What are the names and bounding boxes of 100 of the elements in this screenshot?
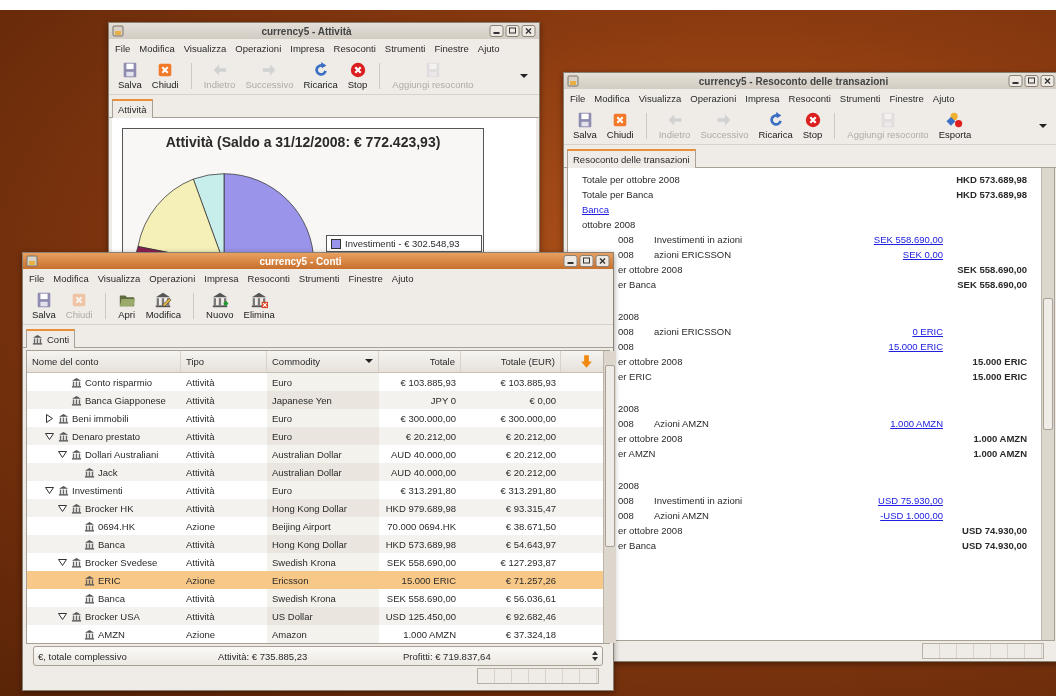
- summary-currency: €, totale complessivo: [38, 650, 128, 662]
- amount-link[interactable]: 1.000 AMZN: [890, 418, 943, 429]
- tab[interactable]: Conti: [26, 329, 76, 348]
- account-row[interactable]: ERIC Azione Ericsson 15.000 ERIC € 71.257,26: [27, 571, 603, 589]
- spinner-arrows-icon[interactable]: [592, 650, 598, 662]
- toolbar-button[interactable]: Ricarica: [754, 110, 797, 141]
- account-name-cell: AMZN: [98, 628, 125, 640]
- amount-link[interactable]: USD 75.930,00: [878, 495, 943, 506]
- minimize-button[interactable]: [563, 255, 578, 267]
- expander-icon[interactable]: [45, 485, 54, 495]
- menu-item[interactable]: Resoconti: [247, 273, 290, 284]
- date-text: 008: [618, 341, 634, 352]
- menu-item[interactable]: Modifica: [53, 273, 89, 284]
- amount-link[interactable]: SEK 0,00: [902, 249, 943, 260]
- menu-item[interactable]: Operazioni: [690, 93, 737, 104]
- maximize-button[interactable]: [505, 25, 520, 37]
- app-icon: [112, 25, 124, 37]
- total-cell: € 313.291,80: [400, 484, 456, 496]
- toolbar-button[interactable]: Modifica: [141, 290, 186, 321]
- menu-item[interactable]: Ajuto: [391, 273, 414, 284]
- expander-icon[interactable]: [58, 503, 67, 513]
- menu-item[interactable]: Strumenti: [298, 273, 340, 284]
- tab[interactable]: Resoconto delle transazioni: [567, 149, 696, 168]
- column-header[interactable]: Tipo: [181, 351, 267, 372]
- menu-item[interactable]: Operazioni: [149, 273, 196, 284]
- column-header[interactable]: Nome del conto: [27, 351, 181, 372]
- menu-item[interactable]: Finestre: [348, 273, 383, 284]
- menu-item[interactable]: Impresa: [290, 43, 325, 54]
- menu-item[interactable]: Visualizza: [183, 43, 227, 54]
- overflow-arrow-icon[interactable]: [1039, 122, 1047, 129]
- legend-label: Investimenti - € 302.548,93: [345, 238, 460, 249]
- toolbar-button[interactable]: Chiudi: [602, 110, 638, 141]
- menu-item[interactable]: Resoconti: [333, 43, 376, 54]
- menu-item[interactable]: Visualizza: [638, 93, 682, 104]
- menu-item[interactable]: Strumenti: [384, 43, 426, 54]
- account-row[interactable]: Banca Giapponese Attività Japanese Yen JPY 0 € 0,00: [27, 391, 603, 409]
- commodity-cell: Australian Dollar: [272, 466, 342, 478]
- commodity-cell: US Dollar: [272, 610, 313, 622]
- tab[interactable]: Attività: [112, 99, 153, 118]
- account-link[interactable]: Banca: [582, 204, 609, 215]
- maximize-button[interactable]: [579, 255, 594, 267]
- account-row[interactable]: Jack Attività Australian Dollar AUD 40.000,00 € 20.212,00: [27, 463, 603, 481]
- menu-item[interactable]: Ajuto: [477, 43, 500, 54]
- toolbar-button[interactable]: Salva: [28, 290, 60, 321]
- menu-item[interactable]: Ajuto: [932, 93, 955, 104]
- overflow-arrow-icon[interactable]: [520, 72, 528, 79]
- toolbar-button[interactable]: Apri: [113, 290, 140, 321]
- menu-item[interactable]: Modifica: [594, 93, 630, 104]
- expander-icon[interactable]: [58, 557, 67, 567]
- maximize-button[interactable]: [1024, 75, 1039, 87]
- minimize-button[interactable]: [489, 25, 504, 37]
- toolbar-button[interactable]: Esporta: [934, 110, 976, 141]
- account-name-cell: Dollari Australiani: [85, 448, 159, 460]
- period-heading: 2008: [618, 480, 641, 491]
- menu-item[interactable]: Impresa: [204, 273, 239, 284]
- menu-item[interactable]: Operazioni: [235, 43, 282, 54]
- expander-icon[interactable]: [45, 431, 54, 441]
- amount-link[interactable]: SEK 558.690,00: [873, 234, 943, 245]
- column-header[interactable]: Totale (EUR): [461, 351, 561, 372]
- menu-item[interactable]: Modifica: [139, 43, 175, 54]
- close-button[interactable]: [595, 255, 610, 267]
- account-row[interactable]: Banca Attività Hong Kong Dollar HKD 573.689,98 € 54.643,97: [27, 535, 603, 553]
- column-header[interactable]: Totale: [379, 351, 461, 372]
- scrollbar[interactable]: [603, 351, 616, 643]
- toolbar-button[interactable]: Chiudi: [147, 60, 183, 91]
- toolbar-button[interactable]: Stop: [343, 60, 372, 91]
- account-row[interactable]: Brocker HK Attività Hong Kong Dollar HKD 979.689,98 € 93.315,47: [27, 499, 603, 517]
- amount-link[interactable]: 0 ERIC: [912, 326, 943, 337]
- menu-item[interactable]: Resoconti: [788, 93, 831, 104]
- close-button[interactable]: [1040, 75, 1055, 87]
- menu-item[interactable]: Finestre: [434, 43, 469, 54]
- expander-icon[interactable]: [45, 413, 54, 423]
- menu-item[interactable]: File: [570, 93, 586, 104]
- close-button[interactable]: [521, 25, 536, 37]
- date-text: 008: [618, 510, 634, 521]
- toolbar-button[interactable]: Ricarica: [299, 60, 342, 91]
- total-label: er ottobre 2008: [618, 356, 684, 367]
- toolbar-button[interactable]: Salva: [114, 60, 146, 91]
- amount-link[interactable]: 15.000 ERIC: [888, 341, 943, 352]
- menu-item[interactable]: Finestre: [889, 93, 924, 104]
- scrollbar[interactable]: [1041, 168, 1054, 640]
- amount-link[interactable]: -USD 1.000,00: [880, 510, 943, 521]
- toolbar-button[interactable]: Elimina: [239, 290, 279, 321]
- toolbar-button[interactable]: Nuovo: [202, 290, 238, 321]
- menu-item[interactable]: File: [29, 273, 45, 284]
- toolbar-button[interactable]: Salva: [569, 110, 601, 141]
- toolbar-button[interactable]: Stop: [798, 110, 827, 141]
- menu-item[interactable]: Visualizza: [97, 273, 141, 284]
- account-row[interactable]: Brocker USA Attività US Dollar USD 125.450,00 € 92.682,46: [27, 607, 603, 625]
- expander-icon[interactable]: [58, 449, 67, 459]
- account-row[interactable]: Denaro prestato Attività Euro € 20.212,00 € 20.212,00: [27, 427, 603, 445]
- menu-item[interactable]: Strumenti: [839, 93, 881, 104]
- total-eur-cell: € 38.671,50: [505, 520, 556, 532]
- column-header[interactable]: Commodity: [267, 351, 379, 372]
- minimize-button[interactable]: [1008, 75, 1023, 87]
- expander-icon[interactable]: [58, 611, 67, 621]
- menu-item[interactable]: File: [115, 43, 131, 54]
- total-label: er AMZN: [618, 448, 657, 459]
- total-cell: HKD 979.689,98: [385, 502, 456, 514]
- menu-item[interactable]: Impresa: [745, 93, 780, 104]
